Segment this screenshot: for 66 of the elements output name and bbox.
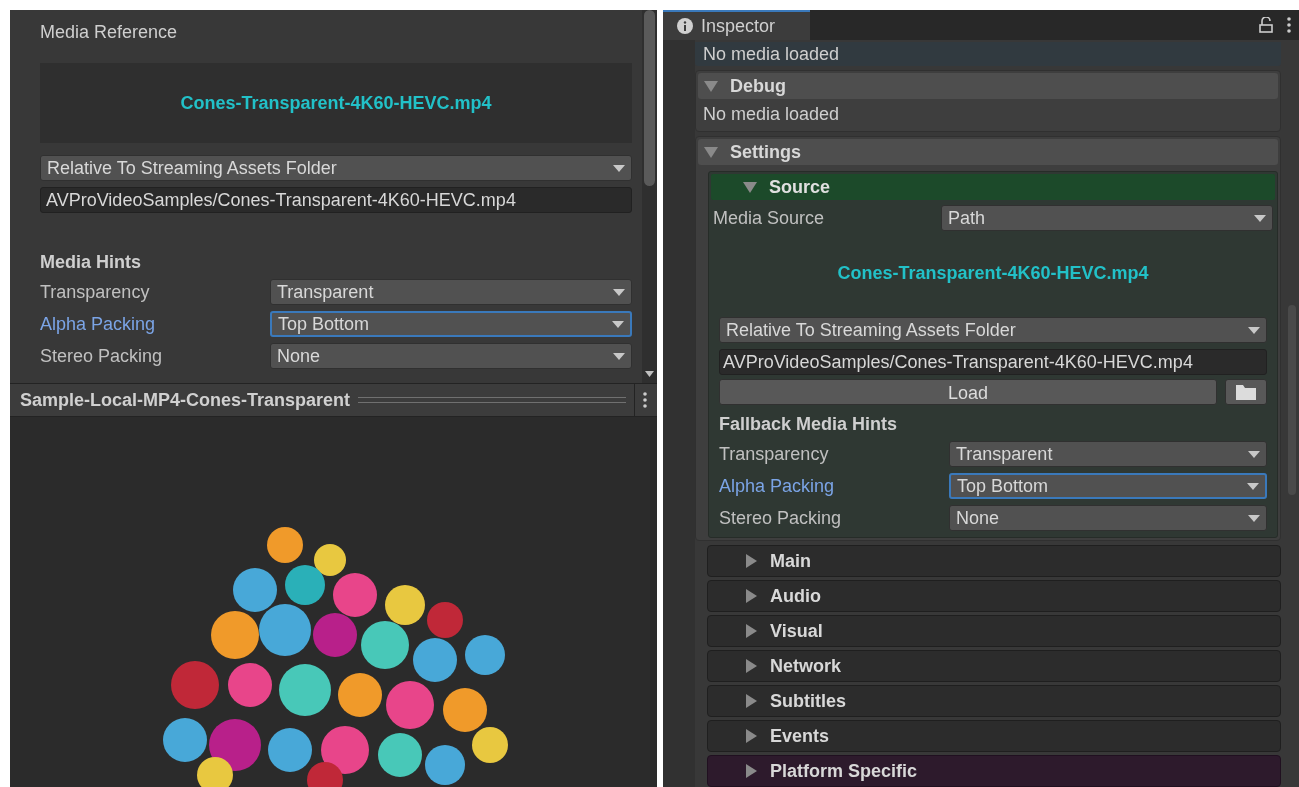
- caret-icon: [1248, 326, 1260, 334]
- expand-arrow-icon: [744, 659, 758, 673]
- debug-message: No media loaded: [702, 102, 841, 126]
- expand-arrow-icon: [744, 624, 758, 638]
- file-name: Cones-Transparent-4K60-HEVC.mp4: [837, 261, 1149, 285]
- collapse-arrow-icon: [743, 180, 757, 194]
- dropdown[interactable]: Relative To Streaming Assets Folder: [719, 317, 1267, 343]
- caret-icon: [1247, 482, 1259, 490]
- dropdown[interactable]: Top Bottom: [270, 311, 632, 337]
- collapse-arrow-icon: [704, 145, 718, 159]
- lock-icon[interactable]: [1259, 17, 1273, 33]
- section-header[interactable]: Settings: [698, 139, 1278, 165]
- tab-title: Inspector: [701, 14, 776, 38]
- expand-arrow-icon: [744, 589, 758, 603]
- path-field[interactable]: AVProVideoSamples/Cones-Transparent-4K60-HEVC.mp4: [40, 187, 632, 213]
- section-header[interactable]: Debug: [698, 73, 1278, 99]
- section-header[interactable]: Events: [707, 720, 1281, 752]
- field-label: Media Source: [712, 206, 826, 230]
- dropdown[interactable]: None: [949, 505, 1267, 531]
- info-icon: [677, 18, 693, 34]
- expand-arrow-icon: [744, 729, 758, 743]
- folder-icon: [1236, 384, 1256, 400]
- caret-icon: [1254, 214, 1266, 222]
- expand-arrow-icon: [744, 764, 758, 778]
- collapse-arrow-icon: [704, 79, 718, 93]
- section-heading: Media Hints: [40, 251, 142, 273]
- caret-icon: [613, 288, 625, 296]
- caret-icon: [1248, 514, 1260, 522]
- section-header[interactable]: Subtitles: [707, 685, 1281, 717]
- preview-title: Sample-Local-MP4-Cones-Transparent: [20, 388, 351, 412]
- status-message: No media loaded: [695, 42, 1281, 66]
- more-options-icon[interactable]: [643, 392, 647, 408]
- inspector-tab[interactable]: Inspector: [663, 10, 810, 40]
- path-field[interactable]: AVProVideoSamples/Cones-Transparent-4K60-HEVC.mp4: [719, 349, 1267, 375]
- folder-button[interactable]: [1225, 379, 1267, 405]
- dropdown[interactable]: None: [270, 343, 632, 369]
- caret-icon: [1248, 450, 1260, 458]
- section-heading: Fallback Media Hints: [719, 412, 899, 436]
- section-header[interactable]: Network: [707, 650, 1281, 682]
- expand-arrow-icon: [744, 554, 758, 568]
- field-label: Alpha Packing: [40, 312, 157, 336]
- field-label: Stereo Packing: [40, 344, 164, 368]
- section-title: Media Reference: [40, 21, 179, 43]
- scrollbar[interactable]: [642, 10, 657, 383]
- section-header[interactable]: Main: [707, 545, 1281, 577]
- dropdown[interactable]: Top Bottom: [949, 473, 1267, 499]
- field-label: Stereo Packing: [719, 506, 843, 530]
- field-label: Alpha Packing: [719, 474, 836, 498]
- expand-arrow-icon: [744, 694, 758, 708]
- section-header[interactable]: Visual: [707, 615, 1281, 647]
- section-header[interactable]: Source: [711, 174, 1275, 200]
- dropdown[interactable]: Relative To Streaming Assets Folder: [40, 155, 632, 181]
- section-header[interactable]: Audio: [707, 580, 1281, 612]
- load-button[interactable]: Load: [719, 379, 1217, 405]
- caret-icon: [613, 164, 625, 172]
- dropdown[interactable]: Transparent: [949, 441, 1267, 467]
- scroll-down-icon[interactable]: [645, 371, 654, 377]
- more-options-icon[interactable]: [1287, 17, 1291, 33]
- field-label: Transparency: [40, 280, 151, 304]
- section-header[interactable]: Platform Specific: [707, 755, 1281, 787]
- file-name: Cones-Transparent-4K60-HEVC.mp4: [180, 91, 492, 115]
- field-label: Transparency: [719, 442, 830, 466]
- caret-icon: [613, 352, 625, 360]
- caret-icon: [612, 320, 624, 328]
- dropdown[interactable]: Transparent: [270, 279, 632, 305]
- dropdown[interactable]: Path: [941, 205, 1273, 231]
